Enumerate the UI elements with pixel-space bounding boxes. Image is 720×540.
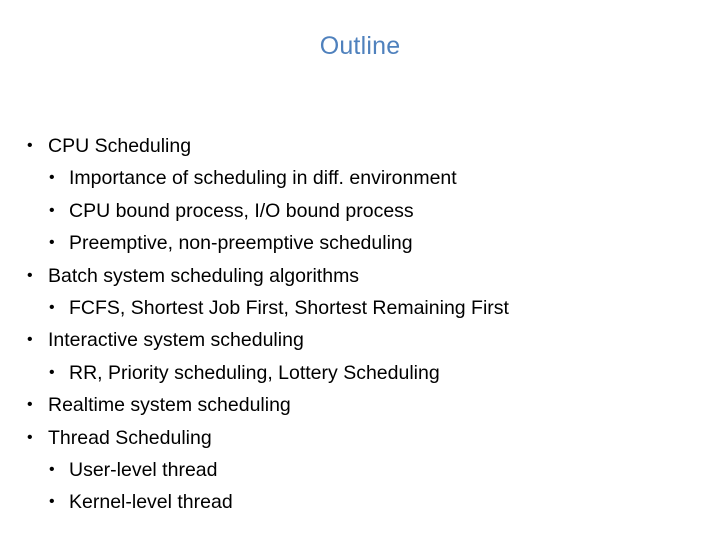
outline-item-text: Batch system scheduling algorithms <box>48 264 360 287</box>
outline-item-realtime: • Realtime system scheduling <box>0 389 720 421</box>
bullet-icon: • <box>27 396 33 414</box>
outline-subitem-rr-priority-lottery: • RR, Priority scheduling, Lottery Sched… <box>0 357 720 389</box>
bullet-icon: • <box>49 363 55 381</box>
outline-item-batch: • Batch system scheduling algorithms <box>0 260 720 292</box>
bullet-icon: • <box>27 428 33 446</box>
slide-title: Outline <box>319 32 401 60</box>
bullet-icon: • <box>27 331 33 349</box>
outline-item-thread: • Thread Scheduling <box>0 422 720 454</box>
outline-subitem-importance: • Importance of scheduling in diff. envi… <box>0 162 720 194</box>
outline-item-text: User-level thread <box>69 458 218 481</box>
bullet-icon: • <box>49 460 55 478</box>
outline-item-text: Thread Scheduling <box>48 426 212 449</box>
outline-subitem-cpu-io-bound: • CPU bound process, I/O bound process <box>0 195 720 227</box>
outline-item-text: Interactive system scheduling <box>48 329 304 352</box>
outline-subitem-kernel-level: • Kernel-level thread <box>0 486 720 518</box>
bullet-icon: • <box>49 493 55 511</box>
bullet-icon: • <box>27 137 33 154</box>
bullet-icon: • <box>49 298 55 316</box>
outline-item-text: Importance of scheduling in diff. enviro… <box>69 167 457 190</box>
outline-subitem-preemptive: • Preemptive, non-preemptive scheduling <box>0 227 720 259</box>
outline-subitem-user-level: • User-level thread <box>0 454 720 486</box>
outline-item-text: CPU bound process, I/O bound process <box>69 199 414 222</box>
outline-item-text: Kernel-level thread <box>69 491 233 514</box>
bullet-icon: • <box>27 266 33 284</box>
outline-item-cpu-scheduling: • CPU Scheduling <box>0 130 720 162</box>
outline-item-text: CPU Scheduling <box>48 135 192 157</box>
bullet-icon: • <box>49 169 55 187</box>
outline-subitem-fcfs-sjf-srf: • FCFS, Shortest Job First, Shortest Rem… <box>0 292 720 324</box>
outline-item-interactive: • Interactive system scheduling <box>0 324 720 356</box>
bullet-icon: • <box>49 234 55 252</box>
outline-list: • CPU Scheduling • Importance of schedul… <box>0 130 720 519</box>
outline-item-text: FCFS, Shortest Job First, Shortest Remai… <box>69 296 509 319</box>
outline-item-text: RR, Priority scheduling, Lottery Schedul… <box>69 361 440 384</box>
outline-item-text: Preemptive, non-preemptive scheduling <box>69 232 413 255</box>
outline-item-text: Realtime system scheduling <box>48 394 291 417</box>
bullet-icon: • <box>49 201 55 219</box>
